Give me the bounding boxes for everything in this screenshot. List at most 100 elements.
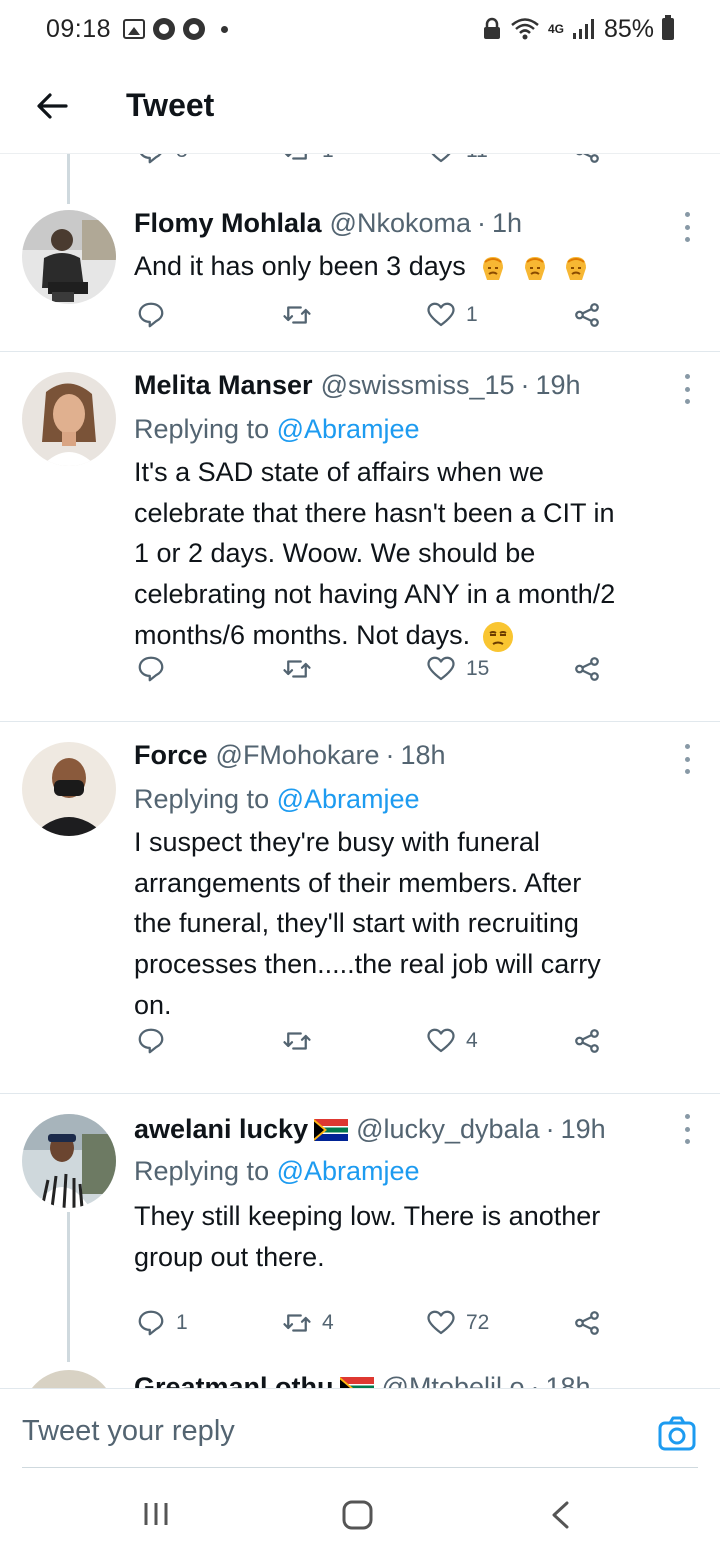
- share-button[interactable]: [572, 1308, 602, 1338]
- share-button[interactable]: [572, 1026, 602, 1056]
- tweet-text-line: group out there.: [134, 1241, 325, 1272]
- retweet-button[interactable]: [282, 654, 322, 684]
- page-title: Tweet: [126, 87, 215, 123]
- author-handle[interactable]: @swissmiss_15: [321, 370, 515, 401]
- retweet-icon: [283, 1032, 311, 1050]
- home-icon[interactable]: [342, 1500, 374, 1530]
- dot-separator: ·: [476, 208, 486, 238]
- unamused-face-icon: [482, 621, 513, 652]
- retweet-button[interactable]: 1: [282, 154, 334, 166]
- replying-to-handle[interactable]: @Abramjee: [277, 1156, 420, 1186]
- reply-input[interactable]: Tweet your reply: [22, 1415, 235, 1448]
- tweet-time: 18h: [400, 740, 446, 770]
- like-button[interactable]: 11: [426, 154, 488, 166]
- author-name[interactable]: Greatmanl othu: [134, 1372, 334, 1388]
- more-options-button[interactable]: [682, 744, 692, 774]
- tweet-item[interactable]: Greatmanl othu @Mtobelil o · 18h: [0, 1364, 720, 1388]
- tweet-text-line: It's a SAD state of affairs when we: [134, 457, 544, 487]
- share-button[interactable]: [572, 654, 602, 684]
- author-handle[interactable]: @lucky_dybala: [356, 1114, 540, 1145]
- recent-apps-icon[interactable]: [142, 1500, 170, 1528]
- tweet-text-line: months/6 months. Not days.: [134, 619, 471, 650]
- share-icon: [575, 657, 599, 681]
- heart-icon: [427, 1310, 455, 1335]
- more-options-button[interactable]: [682, 1114, 692, 1144]
- replying-to: Replying to @Abramjee: [134, 784, 420, 815]
- retweet-button[interactable]: [282, 1026, 322, 1056]
- previous-tweet-actions: 3 1 11: [0, 154, 720, 176]
- dizzy-face-icon: [566, 256, 587, 280]
- reply-button[interactable]: 1: [136, 1308, 188, 1338]
- avatar[interactable]: [22, 372, 116, 466]
- share-icon: [575, 303, 599, 327]
- chrome-notification-icon-2: [183, 18, 206, 40]
- like-button[interactable]: 15: [426, 654, 489, 684]
- reply-button[interactable]: [136, 300, 176, 330]
- back-button[interactable]: [22, 76, 82, 136]
- replying-to: Replying to @Abramjee: [134, 1156, 420, 1187]
- tweet-item[interactable]: Melita Manser @swissmiss_15 · 19h Replyi…: [0, 352, 720, 722]
- more-options-button[interactable]: [682, 374, 692, 404]
- avatar[interactable]: [22, 1370, 116, 1388]
- author-name[interactable]: awelani lucky: [134, 1114, 308, 1145]
- avatar[interactable]: [22, 1114, 116, 1208]
- avatar[interactable]: [22, 742, 116, 836]
- tweet-text-line-last: months/6 months. Not days.: [134, 615, 694, 656]
- tweet-header: awelani lucky @lucky_dybala · 19h: [134, 1114, 606, 1145]
- camera-icon[interactable]: [658, 1415, 696, 1453]
- retweet-icon: [283, 1314, 311, 1332]
- author-name[interactable]: Force: [134, 740, 208, 771]
- tweet-actions: 4: [0, 1026, 720, 1066]
- replying-to-handle[interactable]: @Abramjee: [277, 784, 420, 814]
- tweet-time: 18h: [545, 1372, 591, 1388]
- heart-icon: [431, 154, 451, 163]
- author-name[interactable]: Flomy Mohlala: [134, 208, 322, 239]
- tweet-text-line: celebrate that there hasn't been a CIT i…: [134, 497, 615, 528]
- share-icon: [575, 1311, 599, 1335]
- battery-percent: 85%: [603, 14, 654, 43]
- author-handle[interactable]: @FMohokare: [216, 740, 380, 771]
- share-button[interactable]: [572, 300, 602, 330]
- tweet-item[interactable]: Force @FMohokare · 18h Replying to @Abra…: [0, 722, 720, 1094]
- reply-button[interactable]: [136, 654, 176, 684]
- south-africa-flag-icon: [314, 1118, 349, 1141]
- replies-feed[interactable]: 3 1 11 Flomy Mohlala @Nkokoma · 1h And i…: [0, 154, 720, 1388]
- retweet-button[interactable]: 4: [282, 1308, 334, 1338]
- reply-icon: [138, 1310, 164, 1336]
- reply-composer[interactable]: Tweet your reply: [0, 1388, 720, 1470]
- like-button[interactable]: 4: [426, 1026, 478, 1056]
- lock-icon: [483, 17, 500, 39]
- replying-to: Replying to @Abramjee: [134, 414, 420, 445]
- reply-button[interactable]: 3: [136, 154, 188, 166]
- tweet-item[interactable]: Flomy Mohlala @Nkokoma · 1h And it has o…: [0, 188, 720, 352]
- share-button[interactable]: [572, 154, 602, 166]
- more-options-button[interactable]: [682, 212, 692, 242]
- like-count: 1: [466, 303, 478, 326]
- system-back-icon[interactable]: [548, 1500, 572, 1530]
- dot-separator: ·: [545, 1114, 555, 1144]
- replying-to-handle[interactable]: @Abramjee: [277, 414, 420, 444]
- like-button[interactable]: 1: [426, 300, 478, 330]
- replying-to-prefix: Replying to: [134, 414, 270, 444]
- like-count: 4: [466, 1029, 478, 1052]
- dot-separator: ·: [385, 740, 395, 770]
- reply-button[interactable]: [136, 1026, 176, 1056]
- tweet-item[interactable]: awelani lucky @lucky_dybala · 19h Replyi…: [0, 1094, 720, 1388]
- tweet-text-line: on.: [134, 989, 172, 1020]
- author-handle[interactable]: @Mtobelil o: [382, 1372, 525, 1388]
- reply-count: 3: [176, 154, 188, 163]
- avatar[interactable]: [22, 210, 116, 304]
- top-app-bar: Tweet: [0, 58, 720, 154]
- dot-separator: ·: [530, 1372, 540, 1388]
- retweet-button[interactable]: [282, 300, 322, 330]
- like-count: 72: [466, 1311, 490, 1334]
- composer-underline: [22, 1467, 698, 1468]
- author-name[interactable]: Melita Manser: [134, 370, 313, 401]
- like-button[interactable]: 72: [426, 1308, 489, 1338]
- tweet-header: Melita Manser @swissmiss_15 · 19h: [134, 370, 581, 401]
- tweet-actions: 1 4 72: [0, 1308, 720, 1348]
- signal-icon: [572, 19, 594, 39]
- retweet-count: 4: [322, 1311, 334, 1334]
- author-handle[interactable]: @Nkokoma: [330, 208, 471, 239]
- tweet-text-line: 1 or 2 days. Woow. We should be: [134, 538, 536, 569]
